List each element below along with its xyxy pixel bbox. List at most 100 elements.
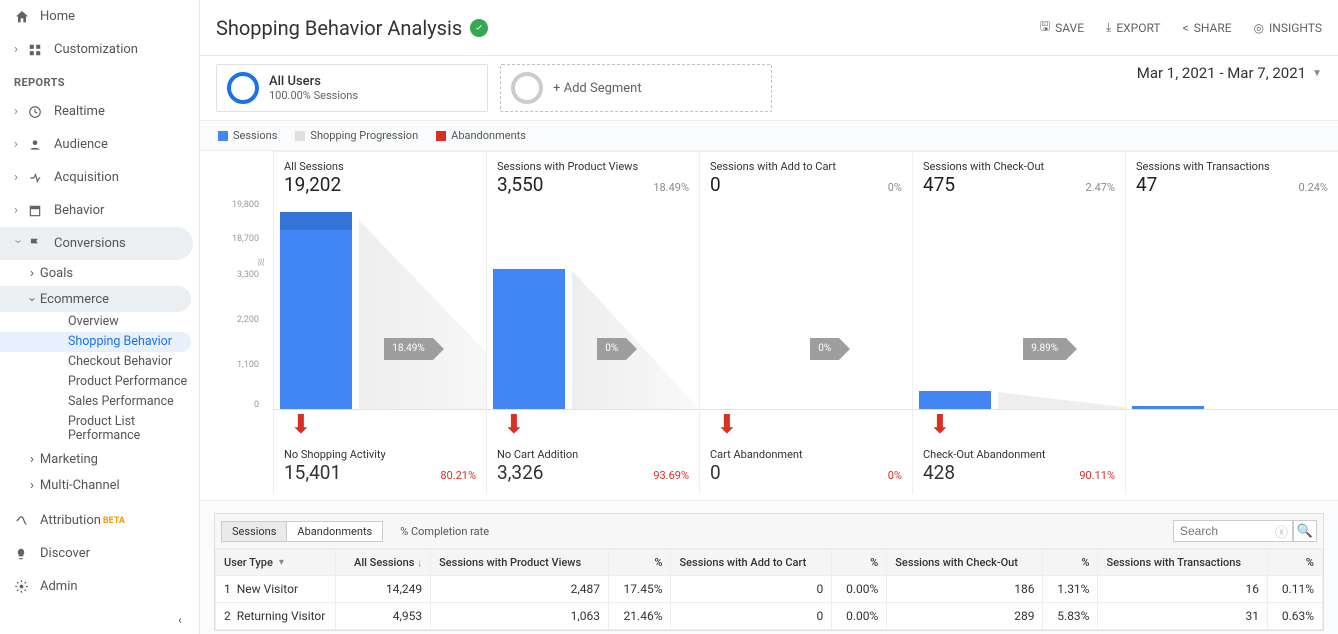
collapse-sidebar-icon[interactable]: ‹ xyxy=(178,613,182,628)
chart-column[interactable]: 0% xyxy=(486,200,699,410)
nav-attribution-label: Attribution xyxy=(40,513,101,528)
date-range-picker[interactable]: Mar 1, 2021 - Mar 7, 2021 ▼ xyxy=(1137,64,1322,82)
add-segment-button[interactable]: + Add Segment xyxy=(500,64,772,112)
chart-column[interactable]: 0% xyxy=(699,200,912,410)
insights-button[interactable]: ◎INSIGHTS xyxy=(1254,17,1322,38)
nav-ecommerce[interactable]: ›Ecommerce xyxy=(0,286,191,312)
axis-break-icon: ≋ xyxy=(254,257,268,267)
sort-desc-icon[interactable]: ↓ xyxy=(417,558,422,569)
th-pv-pct[interactable]: % xyxy=(608,550,671,576)
row-index: 2 xyxy=(224,609,231,623)
nav-customization[interactable]: › Customization xyxy=(0,33,199,66)
beta-badge: BETA xyxy=(103,516,125,526)
abandon-value: 15,401 xyxy=(284,461,341,484)
progression-arrow: 0% xyxy=(810,338,839,360)
caret-icon: › xyxy=(14,137,22,152)
caret-icon: › xyxy=(14,203,22,218)
reports-section-label: REPORTS xyxy=(0,66,199,95)
nav-admin[interactable]: Admin xyxy=(0,570,199,603)
abandon-label: Check-Out Abandonment xyxy=(923,448,1115,461)
stage-header[interactable]: Sessions with Transactions470.24% xyxy=(1125,152,1338,200)
abandonment-cell[interactable]: ⬇Check-Out Abandonment42890.11% xyxy=(912,410,1125,494)
completion-rate-toggle[interactable]: % Completion rate xyxy=(400,525,489,538)
nav-attribution[interactable]: Attribution BETA xyxy=(0,504,199,537)
chart-column[interactable]: 9.89% xyxy=(912,200,1125,410)
export-button[interactable]: ⤓EXPORT xyxy=(1106,17,1161,38)
abandonment-cell[interactable]: ⬇Cart Abandonment00% xyxy=(699,410,912,494)
nav-marketing-label: Marketing xyxy=(40,452,98,467)
share-icon: < xyxy=(1183,21,1189,35)
nav-behavior-label: Behavior xyxy=(54,203,104,218)
stage-header[interactable]: Sessions with Product Views3,55018.49% xyxy=(486,152,699,200)
chevron-down-icon: ▼ xyxy=(1312,68,1322,79)
table-row[interactable]: 2 Returning Visitor 4,953 1,063 21.46% 0… xyxy=(216,603,1323,630)
table-row[interactable]: 1 New Visitor 14,249 2,487 17.45% 0 0.00… xyxy=(216,576,1323,603)
th-pv[interactable]: Sessions with Product Views xyxy=(431,550,609,576)
nav-conversions[interactable]: › Conversions xyxy=(0,227,193,260)
legend-abandonments-label: Abandonments xyxy=(451,129,526,142)
lightbulb-icon xyxy=(14,547,40,561)
search-button[interactable]: 🔍 xyxy=(1293,520,1317,542)
tab-sessions[interactable]: Sessions xyxy=(221,521,287,542)
nav-ecom-shopping-behavior[interactable]: Shopping Behavior xyxy=(0,332,191,352)
th-all[interactable]: All Sessions xyxy=(354,556,414,569)
abandonment-cell[interactable]: ⬇No Shopping Activity15,40180.21% xyxy=(273,410,486,494)
nav-ecom-productlist-perf[interactable]: Product List Performance xyxy=(0,412,199,446)
abandon-pct: 80.21% xyxy=(440,469,476,482)
stage-header[interactable]: Sessions with Add to Cart00% xyxy=(699,152,912,200)
chart-column[interactable] xyxy=(1125,200,1338,410)
progression-arrow: 18.49% xyxy=(384,338,432,360)
caret-icon: › xyxy=(11,240,26,248)
y-axis: 19,800 18,700 3,300 2,200 1,100 0 ≋ xyxy=(200,200,273,410)
th-co[interactable]: Sessions with Check-Out xyxy=(887,550,1043,576)
th-tx-pct[interactable]: % xyxy=(1267,550,1322,576)
save-button[interactable]: 🖫SAVE xyxy=(1040,17,1084,38)
stage-header[interactable]: All Sessions19,202 xyxy=(273,152,486,200)
chart-column[interactable]: 18.49% xyxy=(273,200,486,410)
bar-sessions xyxy=(919,391,991,409)
th-cart[interactable]: Sessions with Add to Cart xyxy=(671,550,832,576)
segment-all-users[interactable]: All Users 100.00% Sessions xyxy=(216,64,488,112)
nav-ecom-product-perf[interactable]: Product Performance xyxy=(0,372,199,392)
cell: 21.46% xyxy=(608,603,671,630)
clear-search-icon[interactable]: ⓧ xyxy=(1275,522,1288,541)
th-co-pct[interactable]: % xyxy=(1043,550,1098,576)
abandonment-cell[interactable]: ⬇No Cart Addition3,32693.69% xyxy=(486,410,699,494)
y-tick: 0 xyxy=(254,400,259,410)
verified-shield-icon xyxy=(470,19,488,37)
nav-goals[interactable]: ›Goals xyxy=(0,260,199,286)
tab-abandonments[interactable]: Abandonments xyxy=(286,521,383,542)
legend-progression-label: Shopping Progression xyxy=(310,129,418,142)
nav-discover[interactable]: Discover xyxy=(0,537,199,570)
nav-audience[interactable]: › Audience xyxy=(0,128,199,161)
cell: 17.45% xyxy=(608,576,671,603)
nav-discover-label: Discover xyxy=(40,546,90,561)
nav-ecom-overview[interactable]: Overview xyxy=(0,312,199,332)
nav-home[interactable]: Home xyxy=(0,0,199,33)
share-button[interactable]: <SHARE xyxy=(1183,17,1232,38)
nav-ecom-sales-perf[interactable]: Sales Performance xyxy=(0,392,199,412)
th-usertype[interactable]: User Type xyxy=(224,556,273,569)
nav-ecom-shopping-behavior-label: Shopping Behavior xyxy=(68,334,172,349)
nav-ecom-checkout-behavior[interactable]: Checkout Behavior xyxy=(0,352,199,372)
nav-multichannel-label: Multi-Channel xyxy=(40,478,120,493)
nav-acquisition[interactable]: › Acquisition xyxy=(0,161,199,194)
magnifier-icon: 🔍 xyxy=(1297,524,1313,539)
th-cart-pct[interactable]: % xyxy=(832,550,887,576)
y-tick: 19,800 xyxy=(232,200,259,210)
clock-icon xyxy=(28,105,54,119)
nav-multichannel[interactable]: ›Multi-Channel xyxy=(0,472,199,498)
nav-audience-label: Audience xyxy=(54,137,108,152)
cell: 0.00% xyxy=(832,576,887,603)
nav-realtime[interactable]: › Realtime xyxy=(0,95,199,128)
stage-header[interactable]: Sessions with Check-Out4752.47% xyxy=(912,152,1125,200)
nav-conversions-label: Conversions xyxy=(54,236,126,251)
th-tx[interactable]: Sessions with Transactions xyxy=(1098,550,1267,576)
y-tick: 1,100 xyxy=(237,360,259,370)
cell: 0 xyxy=(671,576,832,603)
cell: 186 xyxy=(887,576,1043,603)
nav-behavior[interactable]: › Behavior xyxy=(0,194,199,227)
dropdown-icon[interactable]: ▾ xyxy=(279,557,284,568)
nav-marketing[interactable]: ›Marketing xyxy=(0,446,199,472)
cell: 289 xyxy=(887,603,1043,630)
